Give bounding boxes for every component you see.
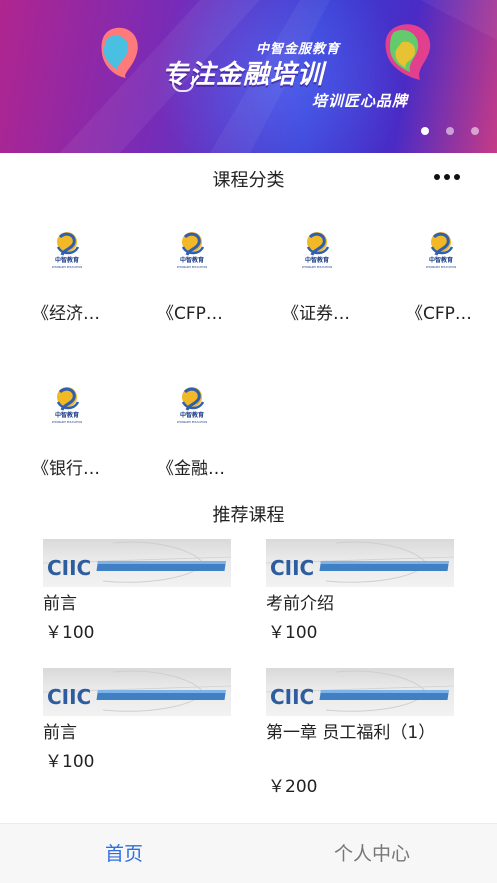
course-thumbnail: CIIC xyxy=(43,539,231,587)
ciic-logo-text: CIIC xyxy=(270,556,314,580)
course-card[interactable]: CIIC 第一章 员工福利（1） ￥200 xyxy=(266,668,476,798)
carousel-dot[interactable] xyxy=(446,127,454,135)
category-label: 《金融… xyxy=(157,459,225,479)
logo-subtext: ZHONGZHI EDUCATION xyxy=(177,420,207,424)
ciic-logo-text: CIIC xyxy=(47,556,91,580)
recommended-section-title: 推荐课程 xyxy=(212,505,285,526)
zhongzhi-logo-icon: 中智教育ZHONGZHI EDUCATION xyxy=(177,387,207,424)
more-horizontal-icon[interactable] xyxy=(434,171,464,183)
course-title: 考前介绍 xyxy=(266,594,334,614)
tab-profile[interactable]: 个人中心 xyxy=(248,824,496,883)
course-thumbnail: CIIC xyxy=(266,539,454,587)
category-label: 《银行… xyxy=(32,459,100,479)
course-thumbnail: CIIC xyxy=(266,668,454,716)
zhongzhi-logo-icon: 中智教育ZHONGZHI EDUCATION xyxy=(52,232,82,269)
course-thumbnail: CIIC xyxy=(43,668,231,716)
speech-bubble-icon xyxy=(385,24,431,80)
course-price: ￥100 xyxy=(45,752,95,772)
carousel-dot[interactable] xyxy=(471,127,479,135)
logo-text: 中智教育 xyxy=(429,256,453,264)
speech-bubble-icon xyxy=(101,27,138,78)
category-label: 《经济… xyxy=(32,304,100,324)
course-price: ￥200 xyxy=(268,777,318,797)
zhongzhi-logo-icon: 中智教育ZHONGZHI EDUCATION xyxy=(177,232,207,269)
course-price: ￥100 xyxy=(45,623,95,643)
logo-subtext: ZHONGZHI EDUCATION xyxy=(177,265,207,269)
zhongzhi-logo-icon: 中智教育ZHONGZHI EDUCATION xyxy=(302,232,332,269)
carousel-indicator[interactable] xyxy=(421,127,479,135)
category-label: 《CFP… xyxy=(157,304,223,324)
course-title: 前言 xyxy=(43,594,77,614)
app-page: 中智金服教育 专注金融培训 培训匠心品牌 课程分类 中智教育 ZHONGZHI E… xyxy=(0,0,497,883)
zhongzhi-logo-icon: 中智教育ZHONGZHI EDUCATION xyxy=(52,387,82,424)
shield-icon xyxy=(172,76,194,92)
ciic-logo-text: CIIC xyxy=(47,685,91,709)
logo-subtext: ZHONGZHI EDUCATION xyxy=(52,265,82,269)
ciic-logo-text: CIIC xyxy=(270,685,314,709)
logo-text: 中智教育 xyxy=(180,411,204,419)
banner-tagline: 培训匠心品牌 xyxy=(312,92,409,110)
category-label: 《证券… xyxy=(282,304,350,324)
logo-text: 中智教育 xyxy=(55,256,79,264)
banner-carousel[interactable]: 中智金服教育 专注金融培训 培训匠心品牌 xyxy=(0,0,497,153)
course-card[interactable]: CIIC 前言 ￥100 xyxy=(43,668,253,798)
course-card[interactable]: CIIC 前言 ￥100 xyxy=(43,539,253,669)
category-label: 《CFP… xyxy=(406,304,472,324)
course-title: 第一章 员工福利（1） xyxy=(266,723,436,743)
carousel-dot-active[interactable] xyxy=(421,127,429,135)
categories-section-title: 课程分类 xyxy=(212,170,285,191)
logo-text: 中智教育 xyxy=(305,256,329,264)
logo-text: 中智教育 xyxy=(55,411,79,419)
logo-text: 中智教育 xyxy=(180,256,204,264)
zhongzhi-logo-icon: 中智教育ZHONGZHI EDUCATION xyxy=(426,232,456,269)
logo-subtext: ZHONGZHI EDUCATION xyxy=(426,265,456,269)
course-title: 前言 xyxy=(43,723,77,743)
tab-home[interactable]: 首页 xyxy=(0,824,248,883)
logo-subtext: ZHONGZHI EDUCATION xyxy=(52,420,82,424)
course-card[interactable]: CIIC 考前介绍 ￥100 xyxy=(266,539,476,669)
bottom-tab-bar: 首页 个人中心 xyxy=(0,823,497,883)
logo-subtext: ZHONGZHI EDUCATION xyxy=(302,265,332,269)
course-price: ￥100 xyxy=(268,623,318,643)
